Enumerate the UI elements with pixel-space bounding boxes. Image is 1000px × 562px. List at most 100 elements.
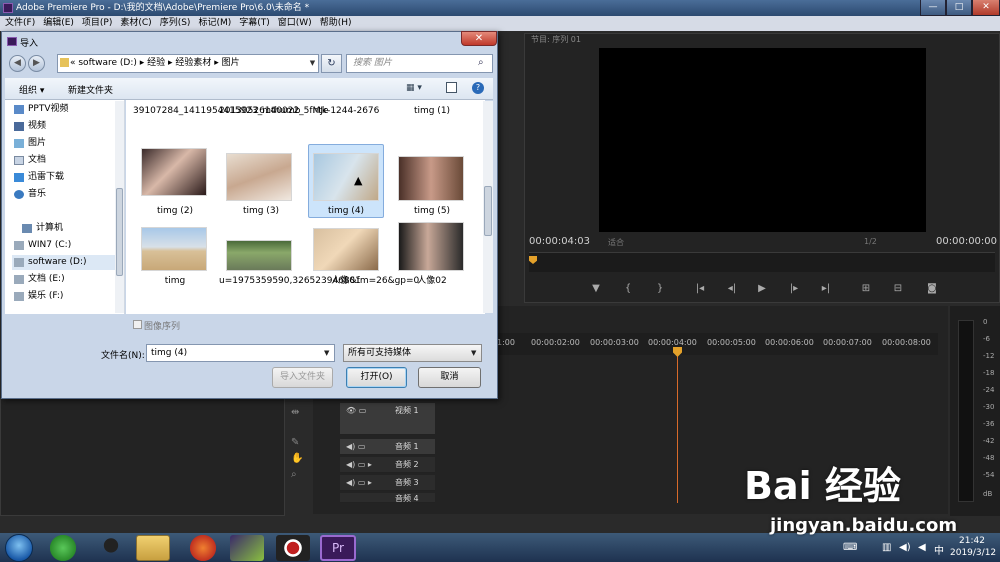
mark-in-icon[interactable]: { xyxy=(618,283,638,294)
file-item-selected[interactable]: timg (4) xyxy=(304,205,388,217)
file-explorer-icon[interactable] xyxy=(136,535,170,561)
speaker-icon[interactable]: ◀) ▭ ▸ xyxy=(346,475,372,491)
nav-item-pictures[interactable]: 图片 xyxy=(12,136,120,151)
browser-360-icon[interactable] xyxy=(46,535,80,561)
track-video-1[interactable]: 👁 ▭ 视频 1 xyxy=(340,403,435,435)
image-thumbnail[interactable] xyxy=(313,153,379,201)
file-type-select[interactable]: 所有可支持媒体 xyxy=(343,344,482,362)
go-to-in-icon[interactable]: |◂ xyxy=(690,283,710,294)
back-arrow-icon[interactable]: ◀ xyxy=(9,55,26,72)
extract-icon[interactable]: ⊟ xyxy=(888,283,908,294)
program-monitor-tab[interactable]: 节目: 序列 01 xyxy=(531,34,581,45)
import-folder-button[interactable]: 导入文件夹 xyxy=(272,367,333,388)
forward-arrow-icon[interactable]: ▶ xyxy=(28,55,45,72)
image-thumbnail[interactable] xyxy=(226,240,292,271)
cancel-button[interactable]: 取消 xyxy=(418,367,481,388)
firefox-icon[interactable] xyxy=(186,535,220,561)
hand-tool-icon[interactable]: ✋ xyxy=(291,453,303,464)
menu-edit[interactable]: 编辑(E) xyxy=(38,16,77,31)
go-to-out-icon[interactable]: ▸| xyxy=(816,283,836,294)
volume-icon[interactable]: ◀) xyxy=(899,542,911,553)
new-folder-button[interactable]: 新建文件夹 xyxy=(68,83,113,96)
file-item[interactable]: timg (5) xyxy=(390,205,474,217)
filename-input[interactable]: timg (4) xyxy=(146,344,335,362)
search-input[interactable]: 搜索 图片 xyxy=(346,54,493,73)
program-time-ruler[interactable] xyxy=(529,252,995,272)
chevron-down-icon[interactable]: ▼ xyxy=(324,345,329,361)
keyboard-icon[interactable]: ⌨ xyxy=(843,542,857,553)
track-audio-1[interactable]: ◀) ▭ 音频 1 xyxy=(340,439,435,455)
image-sequence-checkbox[interactable] xyxy=(133,320,142,329)
playhead-timecode[interactable]: 00:00:04:03 xyxy=(529,236,590,247)
menu-help[interactable]: 帮助(H) xyxy=(315,16,355,31)
menu-project[interactable]: 项目(P) xyxy=(77,16,115,31)
maximize-button[interactable]: □ xyxy=(946,0,972,16)
image-thumbnail[interactable] xyxy=(141,148,207,196)
eye-icon[interactable]: 👁 ▭ xyxy=(346,403,366,419)
qq-icon[interactable] xyxy=(94,535,128,561)
play-icon[interactable]: ▶ xyxy=(752,283,772,294)
nav-scroll-thumb[interactable] xyxy=(116,188,123,276)
file-item[interactable]: ntk-1244-2676 xyxy=(304,105,388,117)
nav-item-documents[interactable]: 文档 xyxy=(12,153,120,168)
image-thumbnail[interactable] xyxy=(226,153,292,201)
lift-icon[interactable]: ⊞ xyxy=(856,283,876,294)
export-frame-icon[interactable]: ◙ xyxy=(922,283,942,294)
view-options-button[interactable]: ▦ ▾ xyxy=(406,83,422,93)
nav-item-videos[interactable]: 视频 xyxy=(12,119,120,134)
nav-item-thunder[interactable]: 迅雷下载 xyxy=(12,170,120,185)
menu-clip[interactable]: 素材(C) xyxy=(115,16,154,31)
address-bar[interactable]: « software (D:) ▸ 经验 ▸ 经验素材 ▸ 图片 xyxy=(57,54,319,73)
zoom-fit-select[interactable]: 适合 xyxy=(608,237,624,248)
file-scroll-thumb[interactable] xyxy=(484,186,492,236)
nav-item-drive-f[interactable]: 娱乐 (F:) xyxy=(12,289,120,304)
nav-item-music[interactable]: 音乐 xyxy=(12,187,120,202)
menu-title[interactable]: 字幕(T) xyxy=(234,16,273,31)
pen-tool-icon[interactable]: ✎ xyxy=(291,437,299,448)
nav-item-pptv[interactable]: PPTV视频 xyxy=(12,102,120,117)
screen-recorder-icon[interactable] xyxy=(276,535,310,561)
help-icon[interactable]: ? xyxy=(472,82,484,94)
track-audio-4[interactable]: 音频 4 xyxy=(340,493,435,503)
ripple-edit-tool-icon[interactable]: ⇹ xyxy=(291,407,299,418)
step-back-icon[interactable]: ◂| xyxy=(722,283,742,294)
nav-item-drive-d[interactable]: software (D:) xyxy=(12,255,120,270)
file-item[interactable]: 人像01 xyxy=(304,275,388,287)
step-forward-icon[interactable]: |▸ xyxy=(784,283,804,294)
menu-window[interactable]: 窗口(W) xyxy=(273,16,315,31)
mark-out-icon[interactable]: } xyxy=(650,283,670,294)
image-thumbnail[interactable] xyxy=(398,222,464,271)
start-button[interactable] xyxy=(5,534,33,562)
nav-item-computer[interactable]: 计算机 xyxy=(12,221,120,236)
file-item[interactable]: u=1975359590,3265239468&fm=26&gp=0 xyxy=(219,275,419,287)
ime-icon[interactable]: 中 xyxy=(934,542,944,557)
search-icon[interactable]: ⌕ xyxy=(478,57,484,68)
nav-item-drive-e[interactable]: 文档 (E:) xyxy=(12,272,120,287)
file-item[interactable]: 20130526140022_5fMJe xyxy=(219,105,329,117)
chevron-down-icon[interactable]: ▼ xyxy=(471,345,476,361)
marker-icon[interactable]: ▼ xyxy=(586,283,606,294)
file-item[interactable]: timg xyxy=(133,275,217,287)
premiere-taskbar-icon[interactable]: Pr xyxy=(320,535,356,561)
organize-button[interactable]: 组织 ▾ xyxy=(19,83,44,96)
menu-file[interactable]: 文件(F) xyxy=(0,16,38,31)
preview-pane-icon[interactable] xyxy=(446,82,457,93)
network-icon[interactable]: ▥ xyxy=(882,542,891,553)
image-thumbnail[interactable] xyxy=(313,228,379,271)
speaker-icon[interactable]: ◀) ▭ xyxy=(346,439,365,455)
chevron-down-icon[interactable]: ▼ xyxy=(307,55,318,72)
close-window-button[interactable]: ✕ xyxy=(972,0,1000,16)
track-audio-3[interactable]: ◀) ▭ ▸ 音频 3 xyxy=(340,475,435,491)
menu-sequence[interactable]: 序列(S) xyxy=(155,16,194,31)
minimize-button[interactable]: — xyxy=(920,0,946,16)
file-item[interactable]: 39107284_1411954415923_mthumb xyxy=(133,105,300,117)
track-audio-2[interactable]: ◀) ▭ ▸ 音频 2 xyxy=(340,457,435,473)
speaker-icon[interactable]: ◀) ▭ ▸ xyxy=(346,457,372,473)
menu-marker[interactable]: 标记(M) xyxy=(193,16,234,31)
nav-item-drive-c[interactable]: WIN7 (C:) xyxy=(12,238,120,253)
clock[interactable]: 21:42 2019/3/12 xyxy=(950,535,996,559)
file-item[interactable]: timg (3) xyxy=(219,205,303,217)
open-button[interactable]: 打开(O) xyxy=(346,367,407,388)
resolution-select[interactable]: 1/2 xyxy=(864,237,877,246)
file-item[interactable]: 人像02 xyxy=(390,275,474,287)
